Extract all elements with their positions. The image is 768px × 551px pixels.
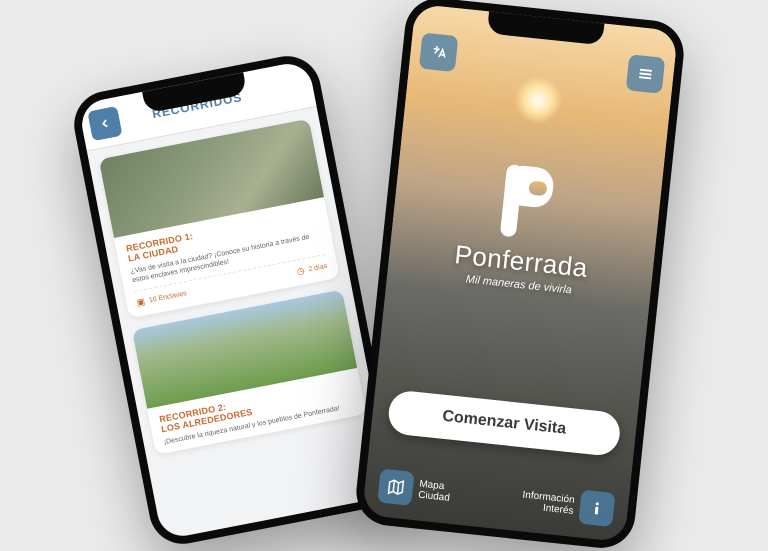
clock-icon: ◷ (296, 265, 306, 277)
route-card[interactable]: RECORRIDO 1: LA CIUDAD ¿Vas de visita a … (99, 119, 340, 319)
map-icon (386, 477, 406, 497)
route-card[interactable]: RECORRIDO 2: LOS ALREDEDORES ¡Descubre l… (132, 289, 366, 454)
map-label-line2: Ciudad (418, 490, 451, 504)
menu-button[interactable] (626, 54, 666, 94)
info-icon (587, 498, 607, 518)
info-label-line2: Interés (542, 503, 574, 517)
route-duration: 2 días (308, 263, 328, 274)
back-button[interactable] (87, 105, 122, 140)
phone-mockup-home: Ponferrada Mil maneras de vivirla Comenz… (353, 0, 687, 551)
route-enclaves: 10 Enclaves (148, 290, 187, 304)
map-pin-icon: ▣ (136, 296, 146, 308)
chevron-left-icon (97, 115, 113, 131)
brand-logo (494, 163, 561, 241)
language-button[interactable] (419, 33, 459, 73)
translate-icon (429, 42, 449, 62)
hamburger-icon (636, 64, 656, 84)
phone-mockup-routes: RECORRIDOS RECORRIDO 1: LA CIUDAD ¿Vas d… (68, 50, 401, 549)
